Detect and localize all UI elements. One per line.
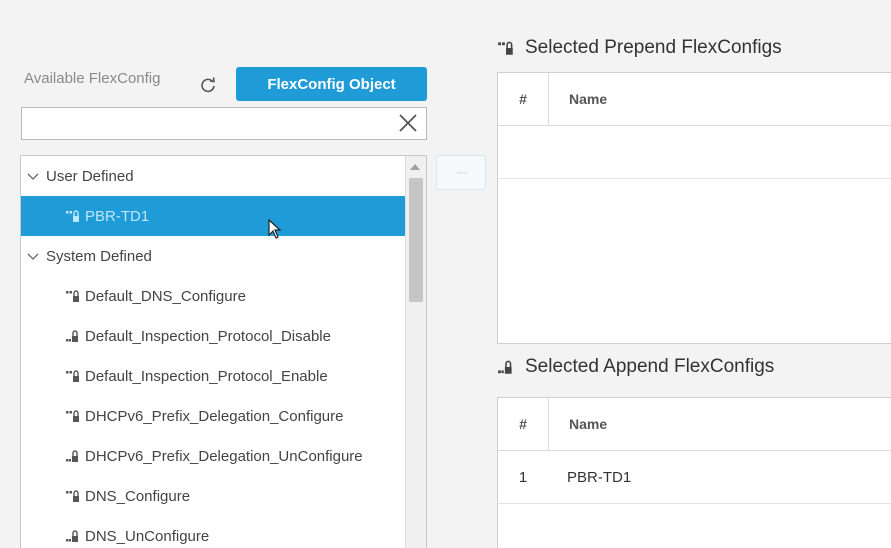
tree-item[interactable]: Default_DNS_Configure xyxy=(21,276,405,316)
prepend-section-header: Selected Prepend FlexConfigs xyxy=(496,37,782,59)
append-section-header: Selected Append FlexConfigs xyxy=(496,356,774,378)
tree-item[interactable]: DNS_UnConfigure xyxy=(21,516,405,548)
prepend-table: # Name xyxy=(497,72,891,344)
search-input[interactable] xyxy=(22,108,394,137)
chevron-down-icon xyxy=(27,173,39,180)
scroll-thumb[interactable] xyxy=(409,178,423,302)
append-title: Selected Append FlexConfigs xyxy=(525,356,775,377)
chevron-down-icon xyxy=(27,253,39,260)
column-header-number[interactable]: # xyxy=(498,398,549,450)
table-row[interactable]: 1 PBR-TD1 xyxy=(498,451,891,504)
append-config-icon xyxy=(66,530,78,542)
append-config-icon xyxy=(66,450,78,462)
search-field xyxy=(21,107,427,140)
table-row-empty xyxy=(498,126,891,179)
tree-item[interactable]: DHCPv6_Prefix_Delegation_UnConfigure xyxy=(21,436,405,476)
tree-item[interactable]: Default_Inspection_Protocol_Disable xyxy=(21,316,405,356)
prepend-config-icon xyxy=(66,490,79,502)
append-config-icon xyxy=(498,360,512,374)
tree-item[interactable]: Default_Inspection_Protocol_Enable xyxy=(21,356,405,396)
prepend-title: Selected Prepend FlexConfigs xyxy=(525,37,782,58)
tree-group-label: System Defined xyxy=(46,247,152,265)
row-name: PBR-TD1 xyxy=(567,468,632,486)
tree-group-label: User Defined xyxy=(46,167,134,185)
tree-item-label: DNS_UnConfigure xyxy=(85,527,210,545)
tree-item-label: Default_DNS_Configure xyxy=(85,287,246,305)
tree-item-label: DNS_Configure xyxy=(85,487,191,505)
tree-item-label: Default_Inspection_Protocol_Disable xyxy=(85,327,331,345)
available-flexconfig-label: Available FlexConfig xyxy=(24,70,161,87)
close-icon[interactable] xyxy=(396,111,420,135)
tree-item-pbr-td1[interactable]: PBR-TD1 xyxy=(21,196,405,236)
add-to-selected-button[interactable] xyxy=(436,155,486,190)
column-header-number[interactable]: # xyxy=(498,73,549,125)
tree-item[interactable]: DNS_Configure xyxy=(21,476,405,516)
tree-group-system-defined[interactable]: System Defined xyxy=(21,236,405,276)
tree-item-label: DHCPv6_Prefix_Delegation_UnConfigure xyxy=(85,447,363,465)
append-table: # Name 1 PBR-TD1 xyxy=(497,397,891,548)
tree-item-label: DHCPv6_Prefix_Delegation_Configure xyxy=(85,407,344,425)
tree-item-label: PBR-TD1 xyxy=(85,207,150,225)
flexconfig-object-button[interactable]: FlexConfig Object xyxy=(236,67,427,101)
table-header: # Name xyxy=(498,398,891,451)
tree-group-user-defined[interactable]: User Defined xyxy=(21,156,405,196)
tree-scrollbar[interactable] xyxy=(405,156,426,548)
table-header: # Name xyxy=(498,73,891,126)
prepend-config-icon xyxy=(66,370,79,382)
row-number: 1 xyxy=(518,468,528,486)
prepend-config-icon xyxy=(66,210,79,222)
tree-item-label: Default_Inspection_Protocol_Enable xyxy=(85,367,328,385)
tree-item[interactable]: DHCPv6_Prefix_Delegation_Configure xyxy=(21,396,405,436)
prepend-config-icon xyxy=(66,410,79,422)
refresh-icon[interactable] xyxy=(199,76,217,94)
scroll-up-arrow-icon[interactable] xyxy=(410,164,420,170)
prepend-config-icon xyxy=(66,290,79,302)
column-header-name[interactable]: Name xyxy=(569,73,607,125)
flexconfig-tree: User Defined PBR-TD1 System Defined Defa… xyxy=(20,155,427,548)
prepend-config-icon xyxy=(498,41,513,55)
column-header-name[interactable]: Name xyxy=(569,398,607,450)
append-config-icon xyxy=(66,330,78,342)
